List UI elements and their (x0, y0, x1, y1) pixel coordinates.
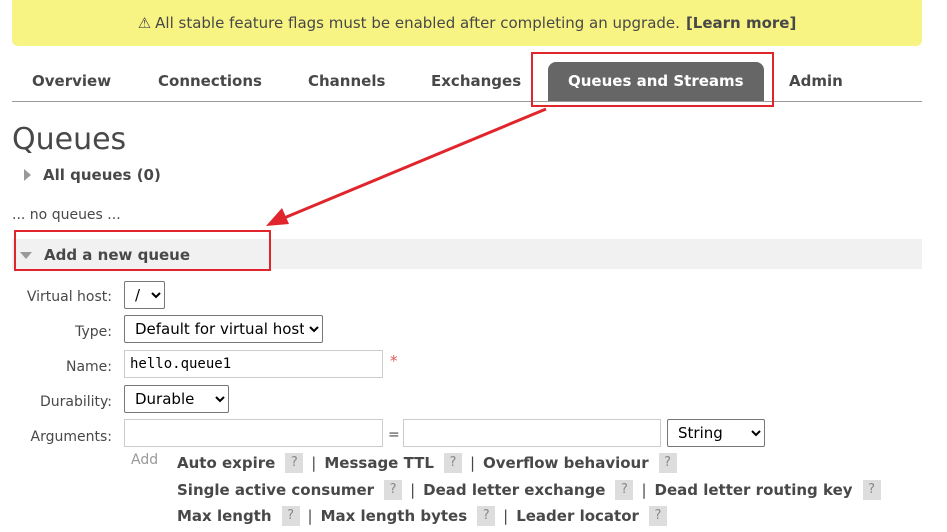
learn-more-link[interactable]: [Learn more] (686, 14, 796, 32)
helper-leader-locator[interactable]: Leader locator (516, 507, 639, 525)
main-nav: Overview Connections Channels Exchanges … (12, 60, 922, 102)
helper-max-length-bytes[interactable]: Max length bytes (321, 507, 468, 525)
separator: | (469, 454, 475, 472)
type-label: Type: (75, 324, 112, 340)
virtual-host-select[interactable]: / (124, 281, 165, 309)
durability-select[interactable]: Durable (124, 385, 229, 413)
collapse-arrow-icon (20, 251, 32, 259)
name-input[interactable] (124, 350, 383, 378)
argument-key-input[interactable] (124, 419, 383, 447)
argument-helpers-row-2: Single active consumer ? | Dead letter e… (177, 480, 887, 500)
tab-queues-and-streams[interactable]: Queues and Streams (548, 62, 764, 101)
tab-exchanges[interactable]: Exchanges (431, 62, 521, 101)
add-argument-link[interactable]: Add (131, 452, 158, 468)
warning-icon: ⚠ (137, 14, 152, 32)
annotation-arrow-head (266, 208, 289, 226)
helper-dead-letter-routing-key[interactable]: Dead letter routing key (655, 481, 853, 499)
tab-channels[interactable]: Channels (308, 62, 385, 101)
separator: | (641, 481, 647, 499)
helper-max-length[interactable]: Max length (177, 507, 272, 525)
add-queue-toggle[interactable]: Add a new queue (20, 246, 190, 264)
name-label: Name: (65, 359, 112, 375)
helper-overflow-behaviour[interactable]: Overflow behaviour (483, 454, 649, 472)
help-icon[interactable]: ? (862, 480, 881, 500)
no-queues-text: ... no queues ... (12, 207, 121, 223)
tab-admin[interactable]: Admin (789, 62, 843, 101)
helper-single-active-consumer[interactable]: Single active consumer (177, 481, 374, 499)
help-icon[interactable]: ? (615, 480, 634, 500)
virtual-host-label: Virtual host: (26, 289, 112, 305)
helper-dead-letter-exchange[interactable]: Dead letter exchange (423, 481, 605, 499)
separator: | (410, 481, 416, 499)
helper-message-ttl[interactable]: Message TTL (324, 454, 434, 472)
arguments-label: Arguments: (30, 429, 112, 445)
type-select[interactable]: Default for virtual host (124, 315, 323, 343)
durability-label: Durability: (39, 394, 112, 410)
help-icon[interactable]: ? (281, 506, 300, 526)
expand-arrow-icon (24, 169, 31, 181)
help-icon[interactable]: ? (443, 453, 462, 473)
tab-overview[interactable]: Overview (32, 62, 111, 101)
page-title: Queues (12, 122, 127, 157)
help-icon[interactable]: ? (285, 453, 304, 473)
help-icon[interactable]: ? (384, 480, 403, 500)
banner-text: All stable feature flags must be enabled… (155, 14, 680, 32)
feature-flags-banner: ⚠ All stable feature flags must be enabl… (12, 0, 922, 46)
required-mark: * (390, 352, 398, 370)
argument-helpers-row-1: Auto expire ? | Message TTL ? | Overflow… (177, 453, 683, 473)
separator: | (503, 507, 509, 525)
argument-helpers-row-3: Max length ? | Max length bytes ? | Lead… (177, 506, 673, 526)
help-icon[interactable]: ? (477, 506, 496, 526)
separator: | (311, 454, 317, 472)
help-icon[interactable]: ? (648, 506, 667, 526)
tab-connections[interactable]: Connections (158, 62, 262, 101)
annotation-arrow-line (283, 107, 547, 220)
helper-auto-expire[interactable]: Auto expire (177, 454, 275, 472)
all-queues-label: All queues (0) (43, 166, 161, 184)
separator: | (307, 507, 313, 525)
argument-value-input[interactable] (403, 419, 661, 447)
equals-sign: = (388, 427, 400, 443)
argument-type-select[interactable]: String (667, 419, 765, 447)
all-queues-toggle[interactable]: All queues (0) (24, 166, 161, 184)
help-icon[interactable]: ? (658, 453, 677, 473)
add-queue-label: Add a new queue (44, 246, 191, 264)
